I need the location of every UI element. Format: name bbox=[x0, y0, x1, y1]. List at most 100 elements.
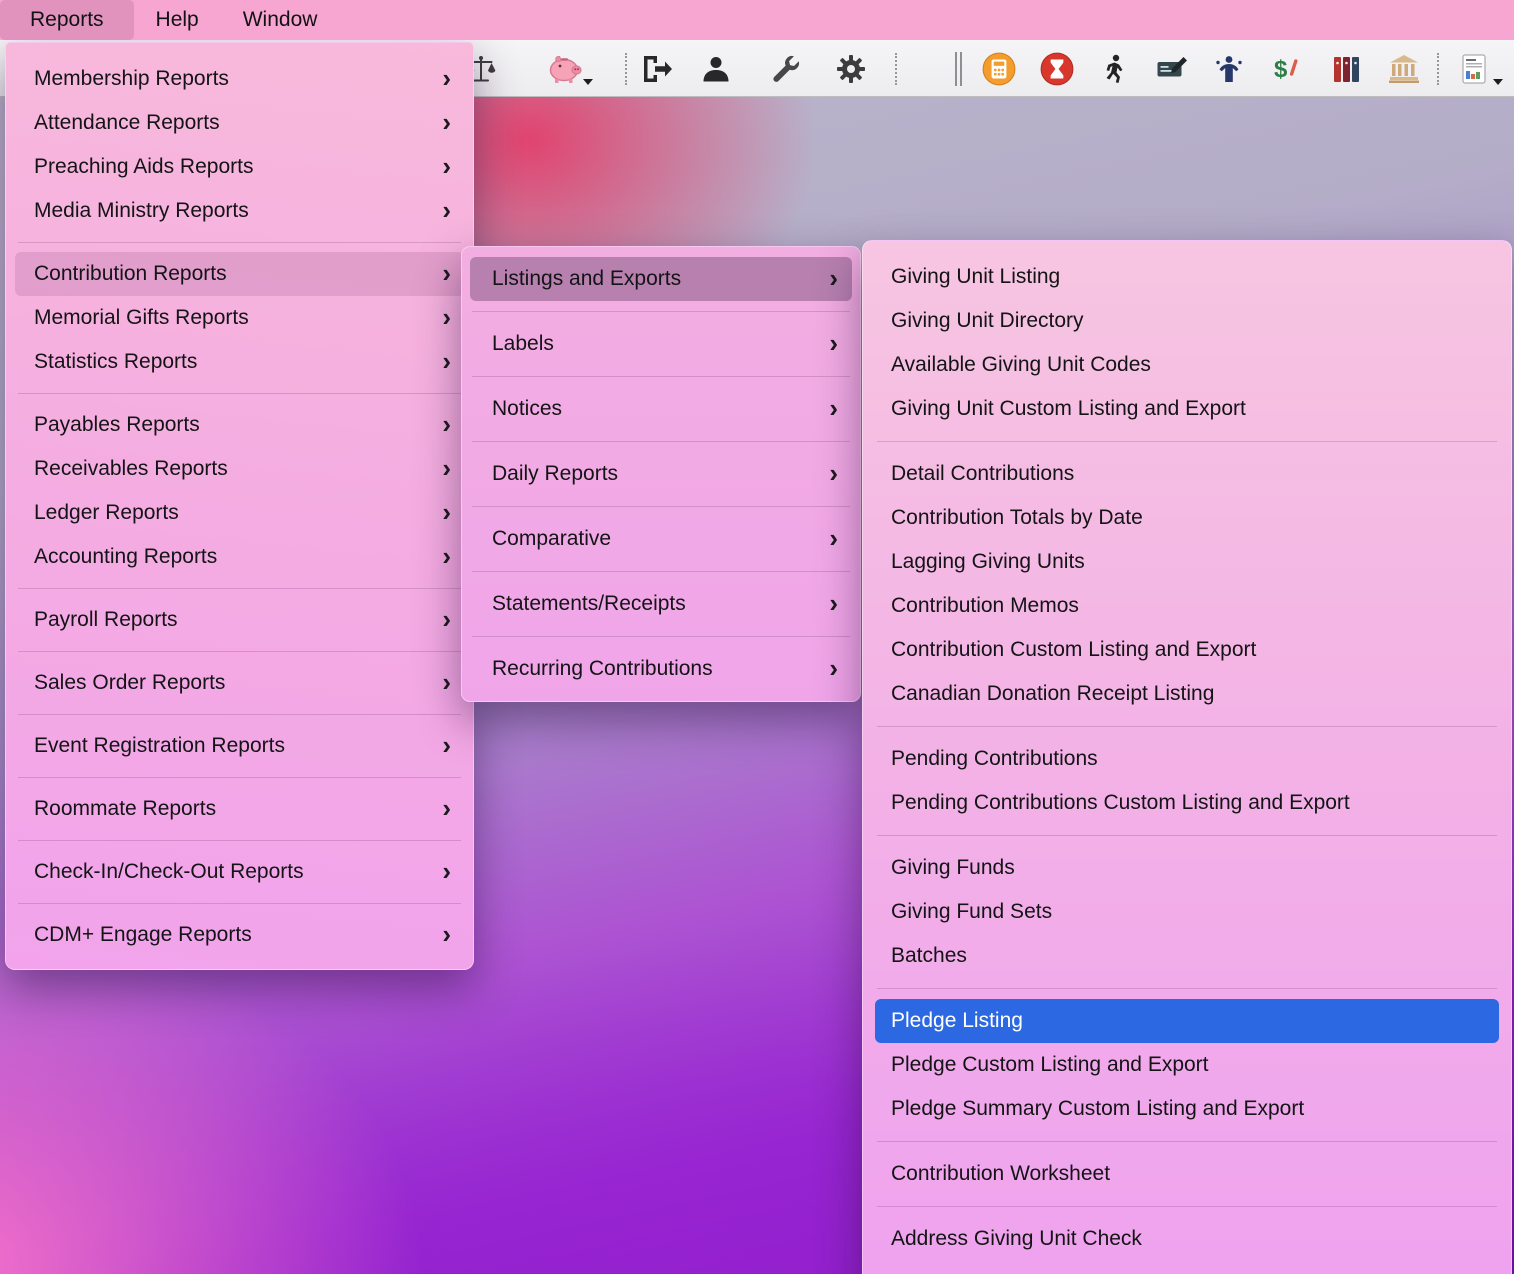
menu-item-media-ministry-reports[interactable]: Media Ministry Reports › bbox=[6, 189, 473, 233]
menu-item-statistics-reports[interactable]: Statistics Reports › bbox=[6, 340, 473, 384]
menu-separator bbox=[18, 651, 461, 652]
user-icon[interactable] bbox=[697, 50, 735, 88]
menu-item-giving-unit-custom-listing-and-export[interactable]: Giving Unit Custom Listing and Export bbox=[863, 387, 1511, 431]
menubar-item-help[interactable]: Help bbox=[134, 0, 221, 40]
screen: $ Reports Help Window Membership Reports… bbox=[0, 0, 1514, 1274]
hourglass-icon[interactable] bbox=[1038, 50, 1076, 88]
menu-item-check-in-check-out-reports[interactable]: Check-In/Check-Out Reports › bbox=[6, 850, 473, 894]
menu-item-contribution-worksheet[interactable]: Contribution Worksheet bbox=[863, 1152, 1511, 1196]
menu-item-event-registration-reports[interactable]: Event Registration Reports › bbox=[6, 724, 473, 768]
menu-item-contribution-totals-by-date[interactable]: Contribution Totals by Date bbox=[863, 496, 1511, 540]
menu-item-label: Available Giving Unit Codes bbox=[891, 353, 1151, 376]
menu-item-label: Recurring Contributions bbox=[492, 657, 713, 680]
menu-item-memorial-gifts-reports[interactable]: Memorial Gifts Reports › bbox=[6, 296, 473, 340]
menu-separator bbox=[472, 311, 850, 312]
walking-person-icon[interactable] bbox=[1096, 50, 1134, 88]
menu-item-label: Accounting Reports bbox=[34, 545, 218, 568]
menu-item-recurring-contributions[interactable]: Recurring Contributions › bbox=[462, 647, 860, 691]
toolbar-divider bbox=[625, 53, 627, 85]
calculator-icon[interactable] bbox=[980, 50, 1018, 88]
menu-item-receivables-reports[interactable]: Receivables Reports › bbox=[6, 447, 473, 491]
menu-item-contribution-reports[interactable]: Contribution Reports › bbox=[15, 252, 464, 296]
chevron-right-icon: › bbox=[442, 666, 451, 697]
menu-item-label: Giving Fund Sets bbox=[891, 900, 1053, 923]
menu-item-giving-fund-sets[interactable]: Giving Fund Sets bbox=[863, 890, 1511, 934]
menu-item-notices[interactable]: Notices › bbox=[462, 387, 860, 431]
menu-item-pledge-summary-custom-listing-and-export[interactable]: Pledge Summary Custom Listing and Export bbox=[863, 1087, 1511, 1131]
menu-item-pending-contributions-custom-listing-and-export[interactable]: Pending Contributions Custom Listing and… bbox=[863, 781, 1511, 825]
chevron-right-icon: › bbox=[829, 652, 838, 683]
menubar-item-reports[interactable]: Reports bbox=[0, 0, 134, 40]
menu-item-payables-reports[interactable]: Payables Reports › bbox=[6, 403, 473, 447]
menu-item-pending-contributions[interactable]: Pending Contributions bbox=[863, 737, 1511, 781]
gear-icon[interactable] bbox=[832, 50, 870, 88]
menu-item-label: Comparative bbox=[492, 527, 612, 550]
report-document-icon[interactable] bbox=[1456, 50, 1503, 88]
logout-icon[interactable] bbox=[638, 50, 676, 88]
menu-item-detail-contributions[interactable]: Detail Contributions bbox=[863, 452, 1511, 496]
menu-item-membership-reports[interactable]: Membership Reports › bbox=[6, 57, 473, 101]
menu-separator bbox=[18, 393, 461, 394]
menu-item-statements-receipts[interactable]: Statements/Receipts › bbox=[462, 582, 860, 626]
menu-separator bbox=[877, 988, 1497, 989]
menu-item-attendance-reports[interactable]: Attendance Reports › bbox=[6, 101, 473, 145]
menu-separator bbox=[18, 242, 461, 243]
menu-item-comparative[interactable]: Comparative › bbox=[462, 517, 860, 561]
piggy-bank-icon[interactable] bbox=[546, 50, 593, 88]
chevron-right-icon: › bbox=[442, 106, 451, 137]
reports-dropdown-menu: Membership Reports › Attendance Reports … bbox=[5, 42, 474, 970]
menu-item-roommate-reports[interactable]: Roommate Reports › bbox=[6, 787, 473, 831]
menu-item-label: Statistics Reports bbox=[34, 350, 198, 373]
menu-item-sales-order-reports[interactable]: Sales Order Reports › bbox=[6, 661, 473, 705]
menu-item-labels[interactable]: Labels › bbox=[462, 322, 860, 366]
menu-separator bbox=[877, 726, 1497, 727]
bank-icon[interactable] bbox=[1385, 50, 1423, 88]
menubar-item-window[interactable]: Window bbox=[221, 0, 340, 40]
menu-item-giving-unit-directory[interactable]: Giving Unit Directory bbox=[863, 299, 1511, 343]
menu-item-label: Giving Unit Listing bbox=[891, 265, 1061, 288]
contribution-reports-submenu: Listings and Exports › Labels › Notices … bbox=[461, 246, 861, 702]
menu-separator bbox=[877, 441, 1497, 442]
menu-item-label: Contribution Memos bbox=[891, 594, 1079, 617]
menu-item-giving-funds[interactable]: Giving Funds bbox=[863, 846, 1511, 890]
menu-item-label: Attendance Reports bbox=[34, 111, 220, 134]
money-icon[interactable]: $ bbox=[1268, 50, 1306, 88]
svg-text:$: $ bbox=[1274, 56, 1288, 83]
menu-separator bbox=[472, 636, 850, 637]
menu-item-payroll-reports[interactable]: Payroll Reports › bbox=[6, 598, 473, 642]
menu-item-lagging-giving-units[interactable]: Lagging Giving Units bbox=[863, 540, 1511, 584]
menu-item-ledger-reports[interactable]: Ledger Reports › bbox=[6, 491, 473, 535]
menu-item-batches[interactable]: Batches bbox=[863, 934, 1511, 978]
menu-item-pledge-listing[interactable]: Pledge Listing bbox=[875, 999, 1499, 1043]
signature-icon[interactable] bbox=[1153, 50, 1191, 88]
menu-item-label: Membership Reports bbox=[34, 67, 229, 90]
menu-item-listings-and-exports[interactable]: Listings and Exports › bbox=[470, 257, 852, 301]
chevron-right-icon: › bbox=[829, 457, 838, 488]
menu-separator bbox=[18, 588, 461, 589]
menu-separator bbox=[18, 840, 461, 841]
menu-item-daily-reports[interactable]: Daily Reports › bbox=[462, 452, 860, 496]
menu-item-available-giving-unit-codes[interactable]: Available Giving Unit Codes bbox=[863, 343, 1511, 387]
menu-item-pledge-custom-listing-and-export[interactable]: Pledge Custom Listing and Export bbox=[863, 1043, 1511, 1087]
menu-item-address-giving-unit-check[interactable]: Address Giving Unit Check bbox=[863, 1217, 1511, 1261]
people-icon[interactable] bbox=[1210, 50, 1248, 88]
menu-item-label: Contribution Totals by Date bbox=[891, 506, 1143, 529]
menu-item-preaching-aids-reports[interactable]: Preaching Aids Reports › bbox=[6, 145, 473, 189]
menu-item-cdm-engage-reports[interactable]: CDM+ Engage Reports › bbox=[6, 913, 473, 957]
listings-and-exports-submenu: Giving Unit Listing Giving Unit Director… bbox=[862, 240, 1512, 1274]
menu-item-label: Ledger Reports bbox=[34, 501, 179, 524]
menu-item-label: Statements/Receipts bbox=[492, 592, 686, 615]
wrench-icon[interactable] bbox=[767, 50, 805, 88]
chevron-right-icon: › bbox=[442, 452, 451, 483]
menu-item-canadian-donation-receipt-listing[interactable]: Canadian Donation Receipt Listing bbox=[863, 672, 1511, 716]
menu-item-giving-unit-listing[interactable]: Giving Unit Listing bbox=[863, 255, 1511, 299]
menu-item-label: Giving Unit Custom Listing and Export bbox=[891, 397, 1246, 420]
chevron-right-icon: › bbox=[442, 62, 451, 93]
menu-item-contribution-memos[interactable]: Contribution Memos bbox=[863, 584, 1511, 628]
chevron-right-icon: › bbox=[442, 345, 451, 376]
binders-icon[interactable] bbox=[1328, 50, 1366, 88]
menu-item-label: Contribution Reports bbox=[34, 262, 227, 285]
menu-item-contribution-custom-listing-and-export[interactable]: Contribution Custom Listing and Export bbox=[863, 628, 1511, 672]
menu-item-accounting-reports[interactable]: Accounting Reports › bbox=[6, 535, 473, 579]
menu-item-label: Pledge Summary Custom Listing and Export bbox=[891, 1097, 1305, 1120]
